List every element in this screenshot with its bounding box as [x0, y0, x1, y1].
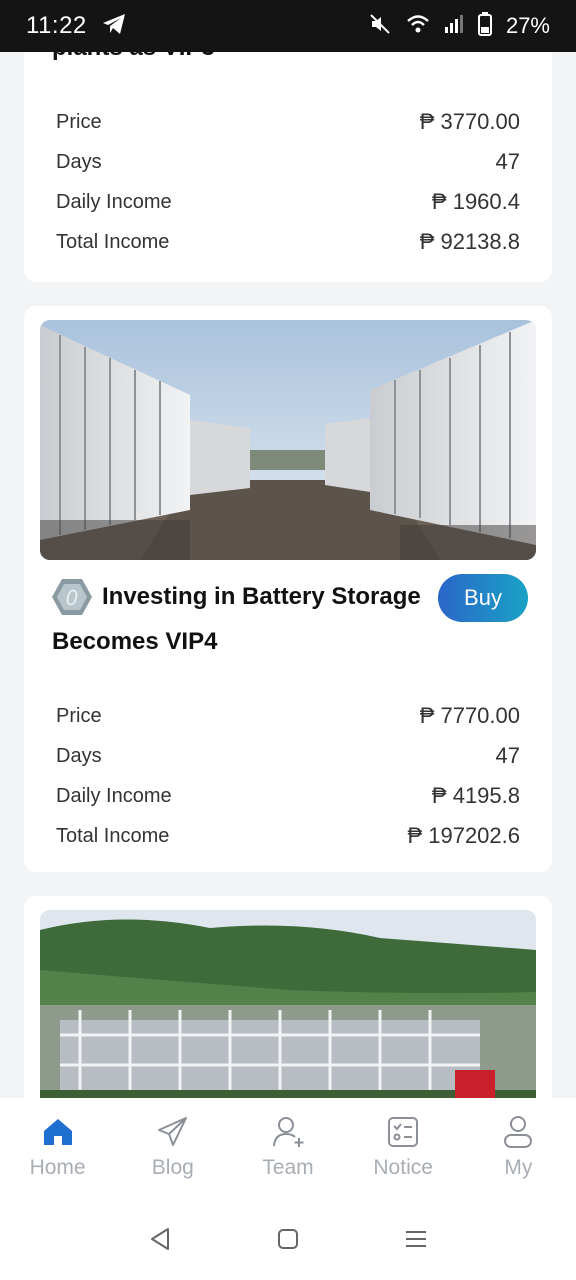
product-title: plants as VIP3	[52, 52, 215, 62]
battery-percentage: 27%	[505, 13, 550, 38]
nav-label: Team	[262, 1156, 314, 1179]
status-time: 11:22	[26, 12, 87, 39]
substation-image	[40, 910, 536, 1098]
nav-my[interactable]: My	[468, 1114, 568, 1198]
add-user-icon	[270, 1114, 306, 1150]
home-icon	[40, 1114, 76, 1150]
product-card-vip3: plants as VIP3 Price ₱ 3770.00 Days 47 D…	[24, 52, 552, 282]
stat-value: 47	[495, 743, 520, 768]
stat-row-daily-income: Daily Income ₱ 1960.4	[56, 182, 520, 222]
stat-label: Days	[56, 744, 102, 767]
buy-button[interactable]: Buy	[438, 574, 528, 622]
stat-label: Daily Income	[56, 784, 172, 807]
product-card-next	[24, 896, 552, 1098]
nav-label: My	[504, 1156, 533, 1179]
stat-row-price: Price ₱ 3770.00	[56, 102, 520, 142]
checklist-icon	[385, 1114, 421, 1150]
stat-row-price: Price ₱ 7770.00	[56, 696, 520, 736]
stat-value: ₱ 1960.4	[431, 189, 520, 214]
stat-label: Price	[56, 704, 102, 727]
stat-value: ₱ 3770.00	[419, 109, 520, 134]
stat-value: ₱ 197202.6	[407, 823, 520, 848]
mute-icon	[368, 12, 392, 41]
stat-label: Total Income	[56, 824, 170, 847]
nav-label: Notice	[373, 1156, 433, 1179]
vip-gem-icon: 0	[50, 575, 94, 619]
product-stats: Price ₱ 7770.00 Days 47 Daily Income ₱ 4…	[56, 696, 520, 856]
stat-value: ₱ 92138.8	[419, 229, 520, 254]
nav-team[interactable]: Team	[238, 1114, 338, 1198]
battery-storage-image	[40, 320, 536, 560]
telegram-icon	[101, 12, 127, 41]
stat-label: Days	[56, 150, 102, 173]
stat-row-total-income: Total Income ₱ 92138.8	[56, 222, 520, 262]
stat-value: 47	[495, 149, 520, 174]
nav-label: Home	[29, 1156, 86, 1179]
nav-label: Blog	[151, 1156, 194, 1179]
stat-label: Total Income	[56, 230, 170, 253]
stat-row-days: Days 47	[56, 142, 520, 182]
bottom-navigation: Home Blog Team Notice My	[0, 1098, 576, 1198]
signal-icon	[444, 14, 464, 39]
nav-home[interactable]: Home	[8, 1114, 108, 1198]
back-icon[interactable]	[145, 1224, 175, 1254]
stat-value: ₱ 4195.8	[431, 783, 520, 808]
system-navigation-bar	[0, 1198, 576, 1280]
product-title: Investing in Battery Storage	[102, 583, 421, 610]
nav-blog[interactable]: Blog	[123, 1114, 223, 1198]
product-stats: Price ₱ 3770.00 Days 47 Daily Income ₱ 1…	[56, 102, 520, 262]
stat-value: ₱ 7770.00	[419, 703, 520, 728]
stat-row-total-income: Total Income ₱ 197202.6	[56, 816, 520, 856]
nav-notice[interactable]: Notice	[353, 1114, 453, 1198]
stat-label: Price	[56, 110, 102, 133]
paper-plane-icon	[155, 1114, 191, 1150]
stat-label: Daily Income	[56, 190, 172, 213]
profile-icon	[500, 1114, 536, 1150]
menu-icon[interactable]	[401, 1224, 431, 1254]
svg-text:0: 0	[66, 586, 79, 610]
product-list[interactable]: plants as VIP3 Price ₱ 3770.00 Days 47 D…	[0, 52, 576, 1098]
stat-row-days: Days 47	[56, 736, 520, 776]
product-title-row: 0 Investing in Battery Storage Buy	[50, 572, 528, 622]
wifi-icon	[406, 13, 430, 40]
product-card-vip4: 0 Investing in Battery Storage Buy Becom…	[24, 306, 552, 872]
product-title-line2: Becomes VIP4	[52, 628, 218, 655]
home-square-icon[interactable]	[273, 1224, 303, 1254]
battery-icon	[477, 11, 492, 41]
status-bar: 11:22 27%	[0, 0, 576, 52]
stat-row-daily-income: Daily Income ₱ 4195.8	[56, 776, 520, 816]
